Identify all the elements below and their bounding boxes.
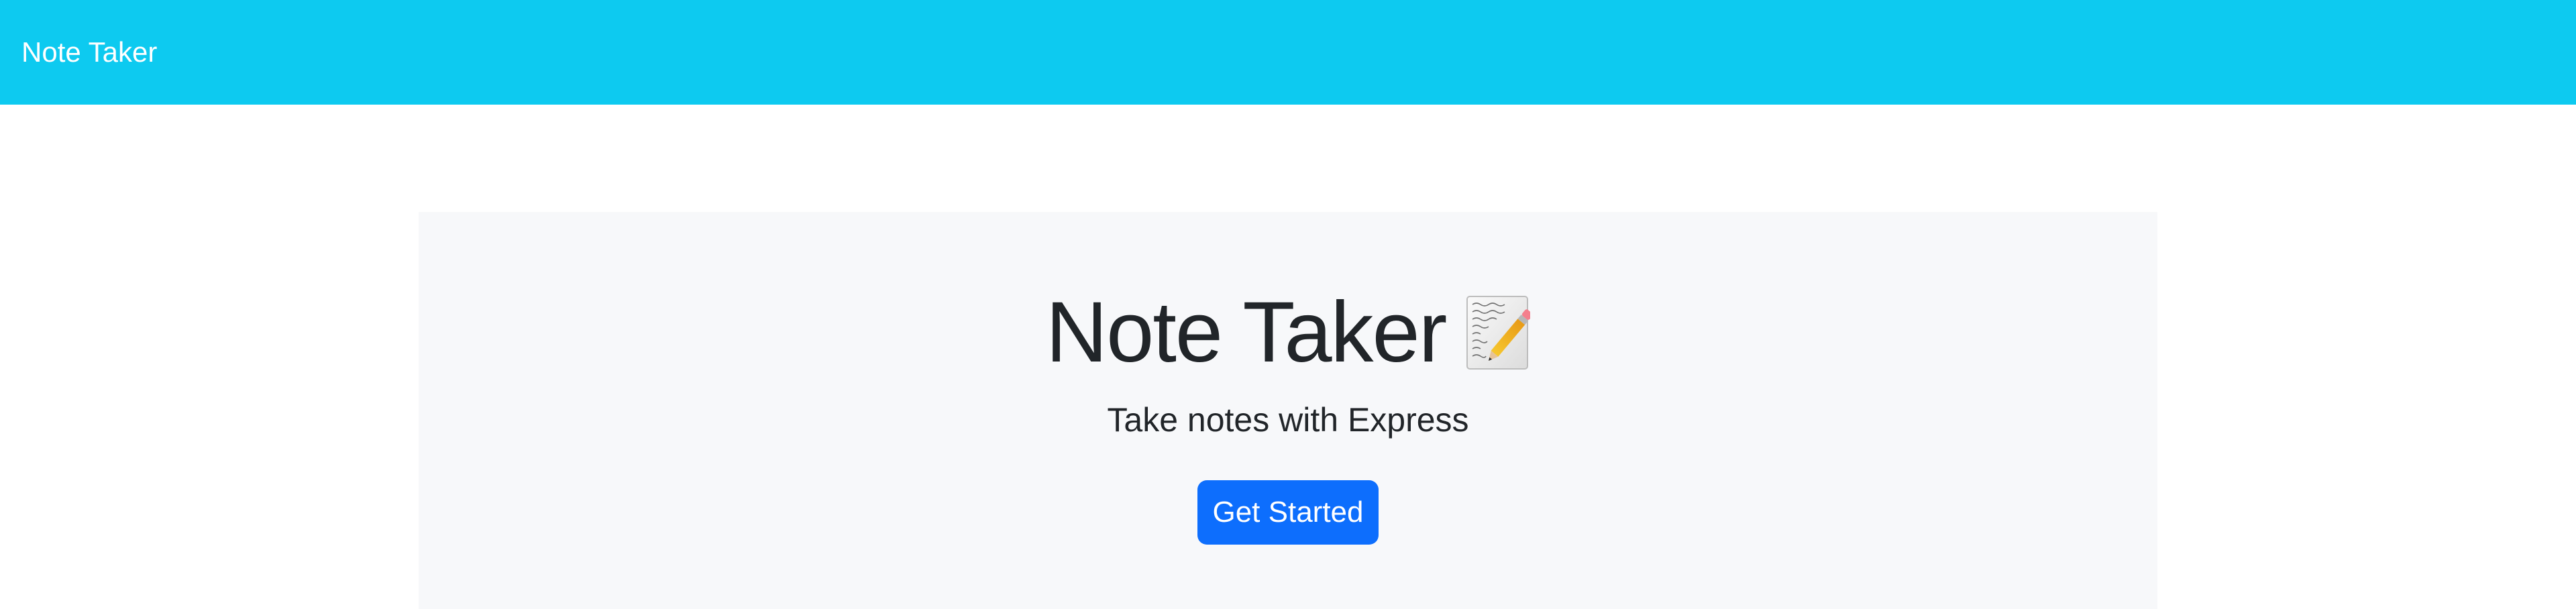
- hero-title-text: Note Taker: [1045, 284, 1448, 380]
- hero-subtitle: Take notes with Express: [1107, 401, 1469, 439]
- navbar: Note Taker: [0, 0, 2576, 105]
- hero-title: Note Taker: [419, 279, 2157, 386]
- navbar-brand-link[interactable]: Note Taker: [21, 34, 157, 71]
- get-started-button[interactable]: Get Started: [1197, 480, 1379, 545]
- hero-panel: Note Taker Take notes with Express Get S…: [419, 212, 2157, 609]
- memo-icon: [1466, 295, 1534, 370]
